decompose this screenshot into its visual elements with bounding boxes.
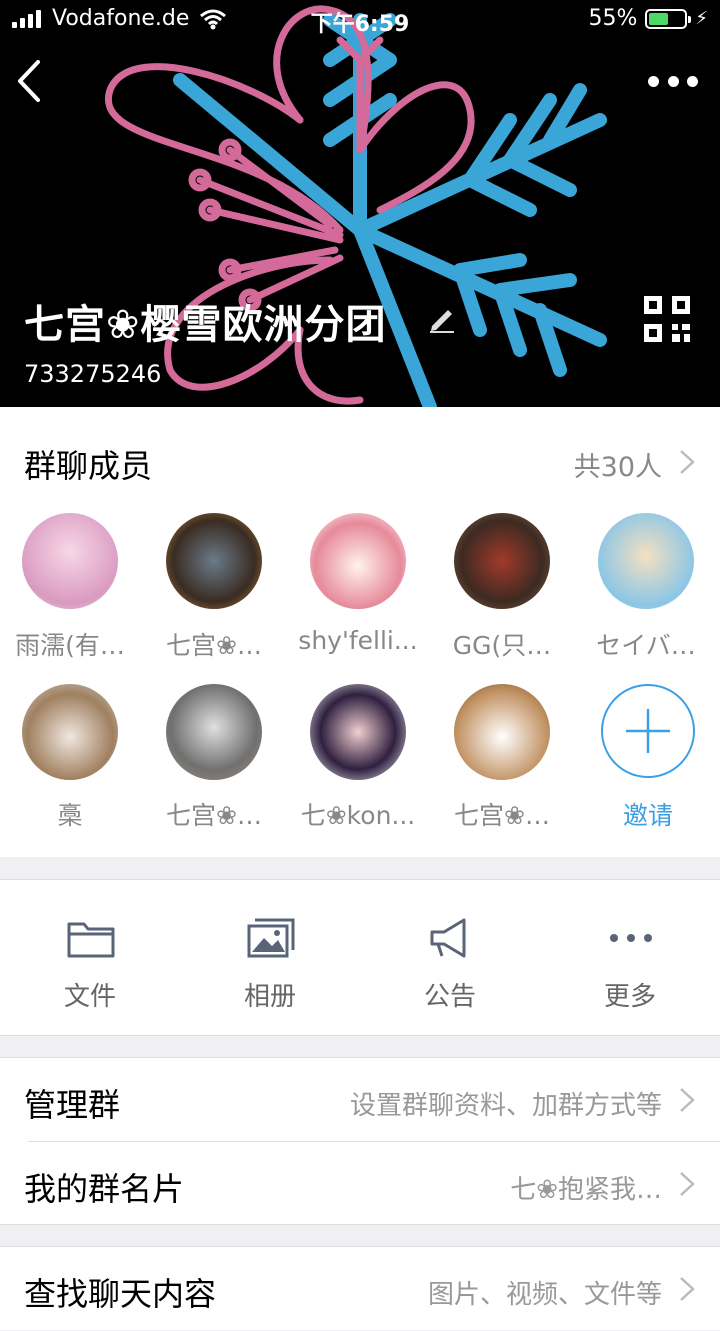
member-name: GG(只…	[452, 631, 552, 660]
group-card-label: 我的群名片	[24, 1170, 185, 1208]
invite-label[interactable]: 邀请	[578, 796, 718, 832]
group-card-row[interactable]: 我的群名片 七❀抱紧我…	[0, 1142, 720, 1226]
member-avatar[interactable]	[310, 684, 406, 780]
back-arrow-icon	[18, 60, 40, 102]
group-settings: 管理群 设置群聊资料、加群方式等 我的群名片 七❀抱紧我…	[0, 1057, 720, 1225]
status-bar: Vodafone.de 下午6:59 55% ⚡	[0, 0, 720, 40]
files-label: 文件	[63, 982, 116, 1012]
edit-pencil-icon[interactable]	[426, 302, 458, 334]
quick-actions: 文件 相册 公告 更多	[0, 879, 720, 1036]
members-count[interactable]: 共30人	[574, 445, 662, 484]
back-button[interactable]	[10, 54, 50, 108]
member-name: 七宫❀…	[454, 801, 550, 830]
group-header: Vodafone.de 下午6:59 55% ⚡ 七宫❀樱雪欧洲分团 73327…	[0, 0, 720, 407]
announcement-label: 公告	[423, 982, 476, 1012]
manage-group-label: 管理群	[24, 1086, 121, 1124]
member-name: 七❀kon...	[300, 801, 416, 830]
member-name: 七宫❀…	[166, 631, 262, 660]
member-avatar[interactable]	[310, 513, 406, 609]
group-name: 七宫❀樱雪欧洲分团	[24, 302, 387, 348]
manage-group-value: 设置群聊资料、加群方式等	[349, 1091, 662, 1121]
member-avatar[interactable]	[598, 513, 694, 609]
member-name: 槀	[57, 801, 83, 830]
group-card-value: 七❀抱紧我…	[510, 1175, 662, 1205]
member-name: 雨濡(有…	[15, 631, 125, 660]
members-title: 群聊成员	[24, 447, 153, 485]
folder-icon	[67, 922, 115, 958]
group-id: 733275246	[24, 360, 162, 388]
member-avatar[interactable]	[166, 684, 262, 780]
member-avatar[interactable]	[166, 513, 262, 609]
chevron-right-icon	[680, 1088, 695, 1112]
more-dots-icon	[610, 934, 652, 942]
member-name: 七宫❀…	[166, 801, 262, 830]
megaphone-icon	[430, 918, 466, 958]
member-avatar[interactable]	[454, 684, 550, 780]
more-label: 更多	[603, 982, 656, 1012]
invite-button[interactable]	[601, 684, 695, 778]
search-chat-section: 查找聊天内容 图片、视频、文件等	[0, 1246, 720, 1330]
search-chat-value: 图片、视频、文件等	[427, 1280, 662, 1310]
album-icon	[247, 918, 295, 958]
chevron-right-icon	[680, 1277, 695, 1301]
chevron-right-icon[interactable]	[678, 449, 696, 475]
album-label: 相册	[243, 982, 296, 1012]
member-name: shy'felli...	[298, 626, 418, 655]
chevron-right-icon	[680, 1172, 695, 1196]
album-button[interactable]: 相册	[180, 880, 360, 1037]
files-button[interactable]: 文件	[0, 880, 180, 1037]
search-chat-row[interactable]: 查找聊天内容 图片、视频、文件等	[0, 1247, 720, 1331]
battery-percent: 55%	[588, 6, 638, 31]
announcement-button[interactable]: 公告	[360, 880, 540, 1037]
member-avatar[interactable]	[454, 513, 550, 609]
member-avatar[interactable]	[22, 513, 118, 609]
charging-icon: ⚡	[695, 8, 708, 29]
battery-icon	[645, 8, 692, 29]
manage-group-row[interactable]: 管理群 设置群聊资料、加群方式等	[0, 1058, 720, 1142]
member-avatar[interactable]	[22, 684, 118, 780]
more-button[interactable]: 更多	[540, 880, 720, 1037]
plus-icon	[626, 709, 670, 753]
qr-code-icon[interactable]	[644, 296, 690, 342]
search-chat-label: 查找聊天内容	[24, 1275, 217, 1313]
member-name: セイバ…	[596, 631, 696, 660]
more-options-button[interactable]	[648, 66, 698, 96]
members-section: 群聊成员 共30人 雨濡(有… 七宫❀… shy'felli... GG(只… …	[0, 407, 720, 857]
